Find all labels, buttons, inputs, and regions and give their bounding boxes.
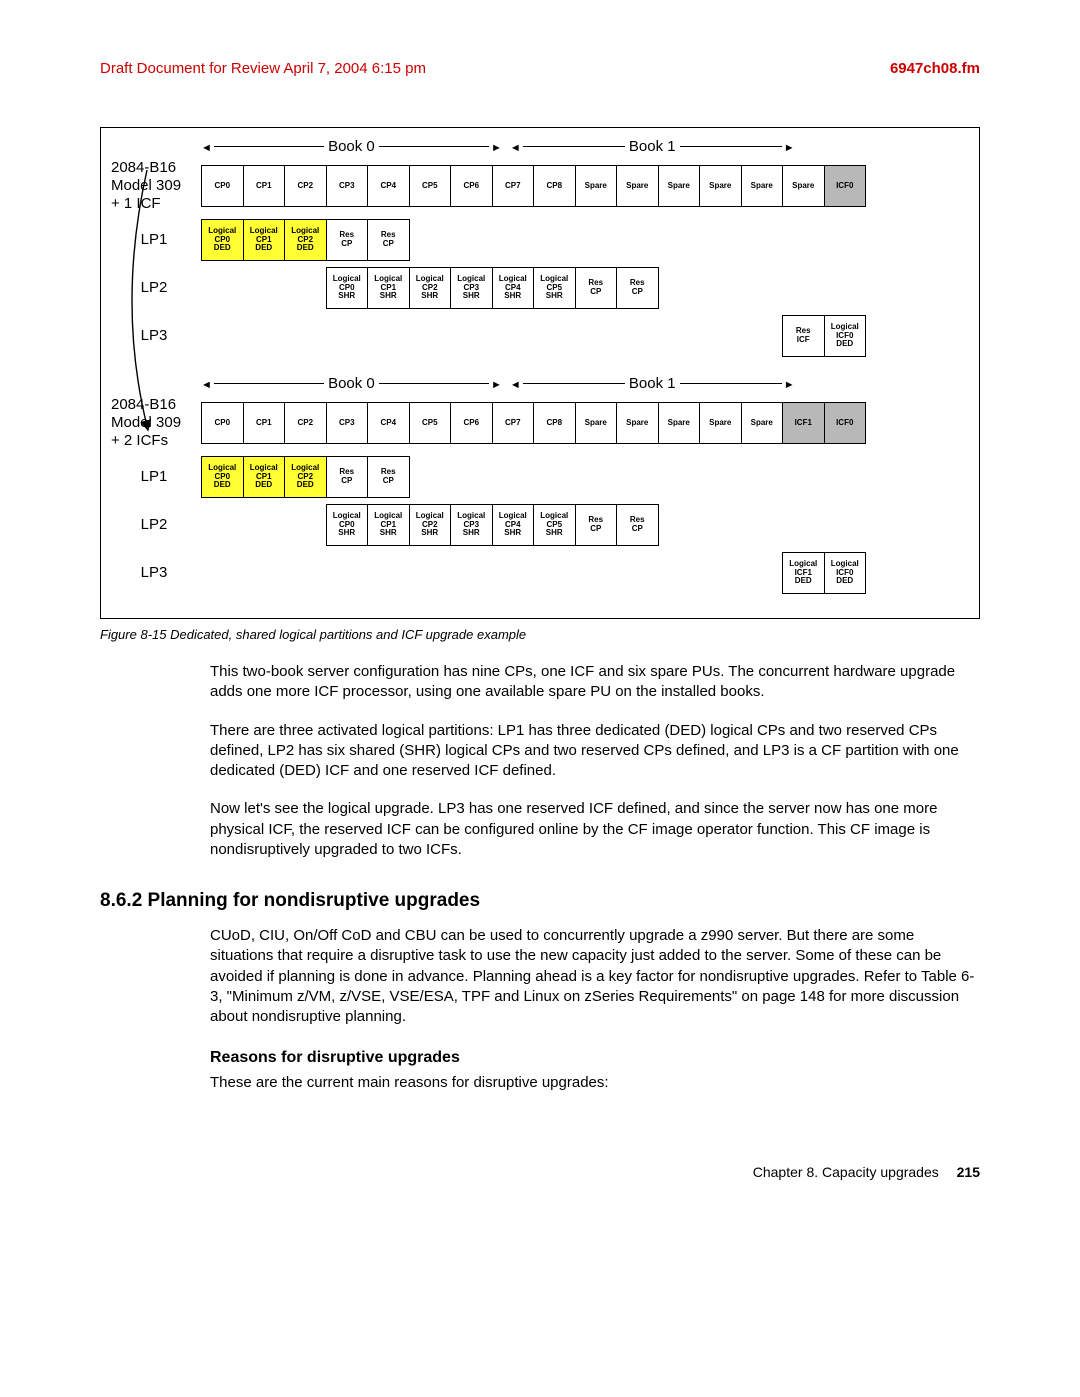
upgrade-arrow-icon: [107, 164, 193, 444]
pu-cell: Logical CP1 DED: [243, 219, 286, 261]
pu-cell: CP1: [243, 402, 286, 444]
section-body: CUoD, CIU, On/Off CoD and CBU can be use…: [210, 926, 980, 1027]
pu-cell: Logical CP0 SHR: [326, 504, 369, 546]
paragraph-3: Now let's see the logical upgrade. LP3 h…: [210, 799, 980, 860]
paragraph-2: There are three activated logical partit…: [210, 721, 980, 782]
pu-cell: Res CP: [575, 504, 618, 546]
pu-cell: CP7: [492, 165, 535, 207]
pu-cell: Spare: [575, 402, 618, 444]
pu-cell: CP0: [201, 402, 244, 444]
pu-cell: Logical CP1 DED: [243, 456, 286, 498]
pu-cell: CP6: [450, 165, 493, 207]
pu-cell: Res CP: [326, 456, 369, 498]
book1-label: Book 1: [629, 138, 676, 155]
pu-cell: Res CP: [575, 267, 618, 309]
pu-cell: Logical CP4 SHR: [492, 504, 535, 546]
pu-cell: CP3: [326, 402, 369, 444]
sub-body: These are the current main reasons for d…: [210, 1073, 980, 1093]
book0-label-2: Book 0: [328, 375, 375, 392]
pu-cell: Logical ICF1 DED: [782, 552, 825, 594]
pu-cell: Logical CP1 SHR: [367, 267, 410, 309]
pu-cell: Logical CP2 DED: [284, 219, 327, 261]
pu-cell: Res CP: [616, 267, 659, 309]
pu-cell: Logical CP1 SHR: [367, 504, 410, 546]
pu-cell: Spare: [658, 402, 701, 444]
pu-cell: Spare: [741, 165, 784, 207]
pu-cell: CP4: [367, 165, 410, 207]
pu-cell: Spare: [782, 165, 825, 207]
sub-heading-reasons: Reasons for disruptive upgrades: [210, 1049, 980, 1067]
lp2-label-2: LP2: [111, 516, 201, 534]
pu-cell: Spare: [575, 165, 618, 207]
figure-8-15: Book 0 Book 1 2084-B16 Model 309 + 1 ICF…: [100, 127, 980, 619]
draft-label: Draft Document for Review April 7, 2004 …: [100, 60, 426, 77]
book1-label-2: Book 1: [629, 375, 676, 392]
paragraph-1: This two-book server configuration has n…: [210, 662, 980, 703]
pu-cell: Logical CP3 SHR: [450, 504, 493, 546]
pu-cell: Spare: [616, 402, 659, 444]
pu-cell: CP5: [409, 402, 452, 444]
pu-cell: ICF0: [824, 165, 867, 207]
pu-cell: CP0: [201, 165, 244, 207]
figure-caption: Figure 8-15 Dedicated, shared logical pa…: [100, 627, 980, 642]
config1-lp1-row: LP1 Logical CP0 DEDLogical CP1 DEDLogica…: [111, 219, 969, 261]
pu-cell: Logical CP2 SHR: [409, 267, 452, 309]
pu-cell: CP1: [243, 165, 286, 207]
chapter-label: Chapter 8. Capacity upgrades: [753, 1164, 939, 1180]
pu-cell: ICF0: [824, 402, 867, 444]
pu-cell: Logical CP3 SHR: [450, 267, 493, 309]
pu-cell: CP3: [326, 165, 369, 207]
page-footer: Chapter 8. Capacity upgrades 215: [100, 1164, 980, 1180]
section-heading-8-6-2: 8.6.2 Planning for nondisruptive upgrade…: [100, 890, 980, 912]
pu-cell: Logical CP0 DED: [201, 219, 244, 261]
pu-cell: CP7: [492, 402, 535, 444]
pu-cell: Logical CP2 SHR: [409, 504, 452, 546]
pu-cell: Logical CP0 SHR: [326, 267, 369, 309]
pu-cell: Spare: [616, 165, 659, 207]
page-header: Draft Document for Review April 7, 2004 …: [100, 60, 980, 77]
lp3-label-2: LP3: [111, 564, 201, 582]
pu-cell: Res CP: [367, 456, 410, 498]
pu-cell: Logical CP5 SHR: [533, 267, 576, 309]
lp1-label-2: LP1: [111, 468, 201, 486]
config2-lp3-row: LP3 Logical ICF1 DEDLogical ICF0 DED: [111, 552, 969, 594]
pu-cell: Logical CP5 SHR: [533, 504, 576, 546]
book-labels-1: Book 0 Book 1: [201, 138, 969, 155]
pu-cell: CP8: [533, 165, 576, 207]
config1-lp2-row: LP2 Logical CP0 SHRLogical CP1 SHRLogica…: [111, 267, 969, 309]
pu-cell: Res CP: [616, 504, 659, 546]
config1-pu-row: 2084-B16 Model 309 + 1 ICF CP0CP1CP2CP3C…: [111, 159, 969, 213]
pu-cell: Spare: [699, 165, 742, 207]
pu-cell: CP2: [284, 165, 327, 207]
file-label: 6947ch08.fm: [890, 60, 980, 77]
config2-lp1-row: LP1 Logical CP0 DEDLogical CP1 DEDLogica…: [111, 456, 969, 498]
pu-cell: Logical CP2 DED: [284, 456, 327, 498]
config2-lp2-row: LP2 Logical CP0 SHRLogical CP1 SHRLogica…: [111, 504, 969, 546]
pu-cell: Spare: [741, 402, 784, 444]
pu-cell: CP2: [284, 402, 327, 444]
pu-cell: Logical CP0 DED: [201, 456, 244, 498]
pu-cell: ICF1: [782, 402, 825, 444]
pu-cell: Spare: [658, 165, 701, 207]
pu-cell: CP4: [367, 402, 410, 444]
pu-cell: Res CP: [326, 219, 369, 261]
page-number: 215: [957, 1164, 980, 1180]
config2-pu-row: 2084-B16 Model 309 + 2 ICFs CP0CP1CP2CP3…: [111, 396, 969, 450]
pu-cell: Res CP: [367, 219, 410, 261]
pu-cell: CP5: [409, 165, 452, 207]
pu-cell: Logical ICF0 DED: [824, 552, 867, 594]
pu-cell: Spare: [699, 402, 742, 444]
pu-cell: Logical CP4 SHR: [492, 267, 535, 309]
pu-cell: Logical ICF0 DED: [824, 315, 867, 357]
book0-label: Book 0: [328, 138, 375, 155]
pu-cell: Res ICF: [782, 315, 825, 357]
book-labels-2: Book 0 Book 1: [201, 375, 969, 392]
pu-cell: CP8: [533, 402, 576, 444]
config1-lp3-row: LP3 Res ICFLogical ICF0 DED: [111, 315, 969, 357]
pu-cell: CP6: [450, 402, 493, 444]
